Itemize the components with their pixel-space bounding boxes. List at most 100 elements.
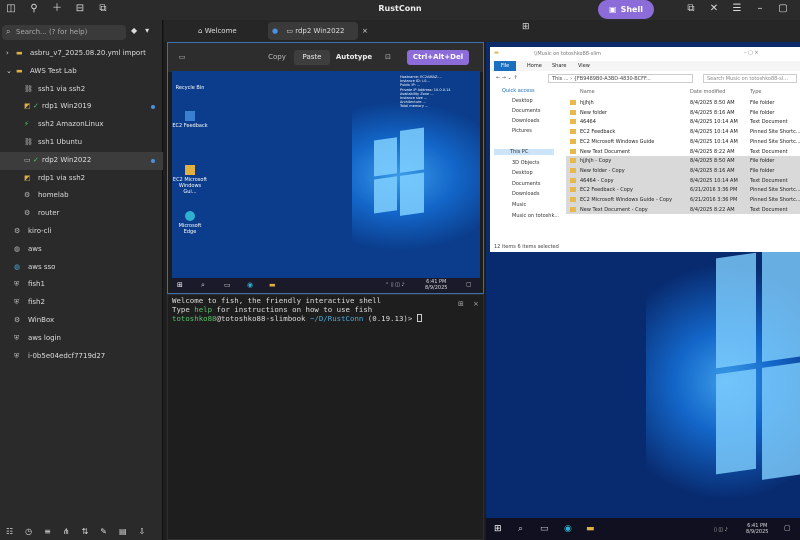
table-row[interactable]: New Text Document - Copy 8/4/2025 8:22 AM… [566, 204, 800, 215]
sidebar-item-aws-login[interactable]: ⛨ aws login [0, 330, 163, 348]
start-icon[interactable]: ⊞ [177, 281, 183, 289]
sidebar-item-kiro-cli[interactable]: ⚙ kiro-cli [0, 223, 163, 241]
file-explorer-icon[interactable]: ▬ [586, 524, 595, 534]
tab-close-icon[interactable]: × [362, 22, 372, 40]
tree-icon[interactable]: ⋔ [63, 527, 70, 536]
column-header-name[interactable]: Name [580, 89, 595, 95]
sort-icon[interactable]: ⇅ [82, 527, 89, 536]
filter-icon[interactable]: ▾ [145, 26, 149, 35]
wrench-icon[interactable]: ✎ [100, 527, 107, 536]
address-input[interactable]: This ... › {FB9489B0-A3BD-4830-BCFF... [548, 74, 693, 83]
nav-item[interactable]: Downloads [512, 118, 539, 124]
minimize-icon[interactable]: – [755, 3, 765, 15]
sidebar-item-homelab[interactable]: ⚙ homelab [0, 187, 163, 205]
sidebar-item-aws-test-lab[interactable]: ⌄ ▬ AWS Test Lab [0, 63, 163, 81]
sidebar-item-rdp1-win2019[interactable]: ◩ ✓ rdp1 Win2019 [0, 98, 163, 116]
nav-arrows-icon[interactable]: ← → ⌄ ↑ [496, 75, 518, 81]
table-row[interactable]: hjjhjh - Copy 8/4/2025 8:50 AM File folder [566, 156, 800, 166]
table-row[interactable]: EC2 Feedback - Copy 6/21/2016 3:36 PM Pinn… [566, 185, 800, 195]
task-view-icon[interactable]: ▭ [224, 281, 231, 289]
clock[interactable]: 6:41 PM 8/9/2025 [425, 279, 447, 291]
table-row[interactable]: 46464 - Copy 8/4/2025 10:14 AM Text Docume… [566, 175, 800, 186]
sidebar-item-ssh1-ubuntu[interactable]: ⛓ ssh1 Ubuntu [0, 134, 163, 152]
file-explorer-window[interactable]: ▬ \\Music on totoshko88-slim – ▢ × Home … [490, 47, 800, 252]
list-icon[interactable]: ☷ [6, 527, 13, 536]
table-row[interactable]: EC2 Feedback 8/4/2025 10:14 AM Pinned Site… [566, 127, 800, 137]
recycle-bin-icon[interactable]: Recycle Bin [172, 73, 208, 91]
ec2-feedback-icon[interactable]: EC2 Feedback [172, 111, 208, 129]
maximize-icon[interactable]: ▢ [778, 3, 788, 15]
start-icon[interactable]: ⊞ [494, 524, 502, 534]
download-icon[interactable]: ⇩ [139, 527, 146, 536]
nav-item[interactable]: Quick access [502, 88, 535, 94]
tray-icons[interactable]: ▯ ◫ ♪ [714, 527, 728, 533]
copy-icon[interactable]: ⧉ [686, 3, 696, 15]
key-icon[interactable]: ◆ [131, 26, 137, 35]
ribbon-tab-view[interactable]: View [578, 63, 590, 69]
nav-item[interactable]: Music [512, 202, 526, 208]
edge-icon[interactable]: Microsoft Edge [172, 211, 208, 235]
explorer-search-input[interactable]: Search Music on totoshko88-sl... [703, 74, 797, 83]
clock[interactable]: 6:41 PM 8/9/2025 [746, 523, 768, 535]
terminal-pane[interactable]: Welcome to fish, the friendly interactiv… [167, 294, 484, 540]
nav-item[interactable]: Downloads [512, 191, 539, 197]
search-input[interactable]: ⌕ Search... (? for help) [2, 25, 126, 40]
sidebar-item-winbox[interactable]: ⚙ WinBox [0, 312, 163, 330]
nav-item[interactable]: Documents [512, 181, 541, 187]
task-view-icon[interactable]: ▭ [540, 524, 549, 534]
table-row[interactable]: New folder 8/4/2025 8:16 AM File folder [566, 108, 800, 118]
autotype-button[interactable]: Autotype ⌄ [332, 50, 376, 76]
sidebar-item-instance[interactable]: ⛨ i-0b5e04edcf7719d27 [0, 348, 163, 366]
sidebar-item-aws[interactable]: ◍ aws [0, 241, 163, 259]
nav-item[interactable]: Documents [512, 108, 541, 114]
sidebar-item-aws-sso[interactable]: ◍ aws sso [0, 259, 163, 277]
tray-icons[interactable]: ⌃ ▯ ◫ ♪ [385, 282, 405, 288]
search-icon[interactable]: ⌕ [201, 281, 205, 290]
sidebar-item-router[interactable]: ⚙ router [0, 205, 163, 223]
sidebar-item-fish2[interactable]: ⛨ fish2 [0, 294, 163, 312]
sidebar-item-import[interactable]: › ▬ asbru_v7_2025.08.20.yml import [0, 45, 163, 63]
sidebar-item-rdp2-win2022[interactable]: ▭ ✓ rdp2 Win2022 [0, 151, 163, 170]
ec2-guide-icon[interactable]: EC2 Microsoft Windows Gui... [172, 165, 208, 195]
tab-grid-icon[interactable]: ⊞ [522, 22, 530, 32]
edge-icon[interactable]: ◉ [247, 281, 253, 289]
nav-item-this-pc[interactable]: This PC [494, 149, 554, 155]
nav-item[interactable]: Music on totoshk... [512, 213, 559, 219]
sidebar-item-rdp1-via-ssh2[interactable]: ◩ rdp1 via ssh2 [0, 170, 163, 188]
edge-icon[interactable]: ◉ [564, 524, 572, 534]
column-header-type[interactable]: Type [750, 89, 761, 95]
close-pane-icon[interactable]: × [473, 300, 479, 308]
nav-item[interactable]: 3D Objects [512, 160, 540, 166]
monitor-icon[interactable]: ▭ [176, 50, 188, 65]
window-controls[interactable]: – ▢ × [744, 50, 759, 56]
menu-icon[interactable]: ☰ [732, 3, 742, 15]
shell-button[interactable]: ▣ Shell [598, 0, 654, 19]
tools-icon[interactable]: ✕ [709, 3, 719, 15]
notification-icon[interactable]: ▢ [784, 524, 791, 532]
template-icon[interactable]: ▤ [119, 527, 127, 536]
table-row[interactable]: New Text Document 8/4/2025 8:22 AM Text Do… [566, 147, 800, 157]
search-icon[interactable]: ⌕ [518, 524, 523, 534]
split-pane-icon[interactable]: ⊞ [458, 300, 464, 308]
ctrl-alt-del-button[interactable]: Ctrl+Alt+Del [407, 50, 469, 65]
ribbon-tab-file[interactable]: File [494, 61, 516, 71]
paste-button[interactable]: Paste [294, 50, 330, 65]
tab-rdp2-win2022[interactable]: ● ▭ rdp2 Win2022 [268, 22, 358, 40]
nav-item[interactable]: Pictures [512, 128, 532, 134]
notification-icon[interactable]: ▢ [466, 281, 472, 288]
column-header-date[interactable]: Date modified [690, 89, 725, 95]
history-icon[interactable]: ◷ [25, 527, 32, 536]
layers-icon[interactable]: ≡ [44, 527, 51, 536]
table-row[interactable]: New folder - Copy 8/4/2025 8:16 AM File fo… [566, 165, 800, 176]
table-row[interactable]: EC2 Microsoft Windows Guide 8/4/2025 10:1… [566, 137, 800, 147]
sidebar-item-ssh1-via-ssh2[interactable]: ⛓ ssh1 via ssh2 [0, 81, 163, 99]
sidebar-item-ssh2-amazonlinux[interactable]: ⚡ ssh2 AmazonLinux [0, 116, 163, 134]
ribbon-tab-share[interactable]: Share [552, 63, 566, 69]
nav-item[interactable]: Desktop [512, 170, 533, 176]
table-row[interactable]: 46464 8/4/2025 10:14 AM Text Document [566, 117, 800, 127]
remote-desktop-1[interactable]: Hostname: EC2AMAZ-... Instance ID: i-0...… [172, 71, 480, 292]
sidebar-item-fish1[interactable]: ⛨ fish1 [0, 276, 163, 294]
remote-desktop-2[interactable]: ⊞ ⌕ ▭ ◉ ▬ ▯ ◫ ♪ 6:41 PM 8/9/2025 ▢ [486, 252, 800, 540]
table-row[interactable]: EC2 Microsoft Windows Guide - Copy 6/21/2… [566, 195, 800, 205]
table-row[interactable]: hjjhjh 8/4/2025 8:50 AM File folder [566, 98, 800, 108]
